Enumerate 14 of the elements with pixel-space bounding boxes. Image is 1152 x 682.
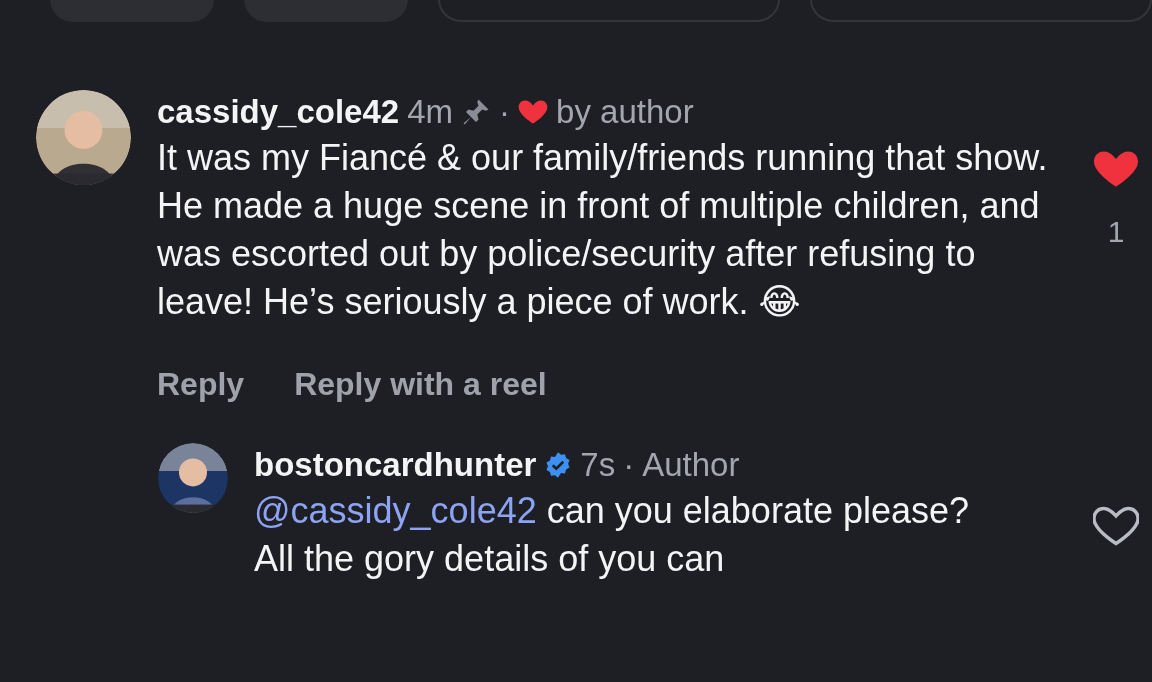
separator-dot: ·	[499, 93, 511, 131]
separator-dot: ·	[623, 446, 635, 484]
mention-link[interactable]: @cassidy_cole42	[254, 490, 537, 531]
reply-link[interactable]: Reply	[157, 366, 245, 403]
username[interactable]: bostoncardhunter	[254, 446, 537, 484]
reply-link[interactable]: Reply with a reel	[294, 366, 547, 403]
timestamp: 4m	[407, 93, 454, 131]
liked-by-author-label: by author	[556, 93, 694, 131]
comment-text: @cassidy_cole42 can you elaborate please? All the gory details of you can	[254, 489, 971, 581]
timestamp: 7s	[580, 446, 616, 484]
like-count: 1	[1107, 215, 1125, 249]
username[interactable]: cassidy_cole42	[157, 93, 400, 131]
comment-text: It was my Fiancé & our family/friends running that show. He made a huge scene in front of multiple children, and was escorted out by police/security after refusing to leave! He’s seriously a piece of work. 😂	[157, 136, 1049, 324]
author-tag: Author	[642, 446, 740, 484]
